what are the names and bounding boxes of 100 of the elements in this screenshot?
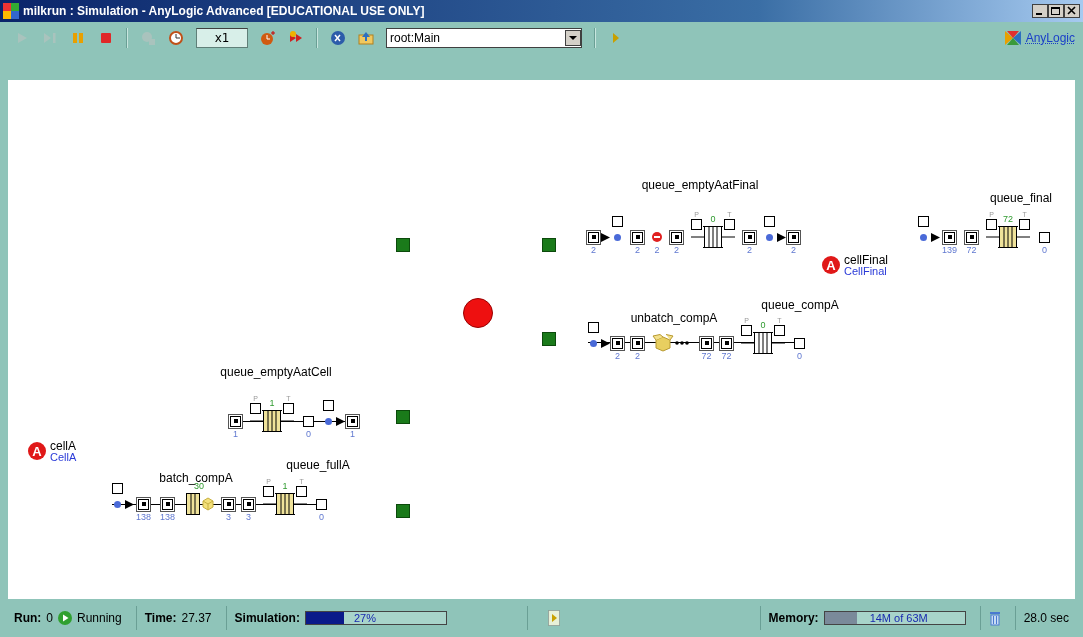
node-square: [396, 504, 410, 518]
port-square: [323, 400, 334, 411]
count-label: 72: [701, 350, 712, 362]
maximize-icon[interactable]: [1048, 4, 1064, 18]
speed-field[interactable]: x1: [196, 28, 248, 48]
connector-dot: [590, 339, 597, 347]
port-square: [612, 337, 623, 349]
status-label: Simulation:: [234, 611, 300, 625]
port-square: [701, 337, 712, 349]
expand-icon[interactable]: [547, 610, 560, 626]
arrowhead-icon: [601, 338, 610, 348]
count-label: 138: [136, 511, 152, 523]
count-label: 0: [306, 428, 311, 440]
agent-name: cellFinal: [844, 255, 888, 266]
queue-count: 1: [269, 398, 275, 410]
status-label: Time:: [144, 611, 177, 625]
progress-reading: 14M of 63M: [869, 612, 928, 624]
count-label: 1: [350, 428, 355, 440]
port-square: [588, 231, 599, 243]
connector-dot: [325, 417, 332, 425]
count-label: 138: [160, 511, 176, 523]
count-label: 0: [319, 511, 325, 523]
port-square: [1019, 219, 1030, 230]
port-square: [112, 483, 123, 494]
node-square: [396, 410, 410, 424]
unbatch-drawing: [652, 334, 692, 352]
run-count: 0: [46, 611, 53, 625]
count-label: 72: [966, 244, 977, 256]
navigate-icon[interactable]: [330, 30, 346, 46]
connector-dot: [614, 233, 621, 241]
close-icon[interactable]: [1064, 4, 1080, 18]
count-label: 139: [942, 244, 958, 256]
port-square: [744, 231, 755, 243]
queue-count: 0: [710, 214, 716, 226]
trash-icon[interactable]: [988, 610, 1001, 626]
port-square: [966, 231, 978, 243]
port-square: [691, 219, 702, 230]
connector-dot: [114, 500, 121, 508]
anylogic-logo-icon: [1003, 30, 1022, 46]
port-square: [671, 231, 682, 243]
port-square: [230, 415, 241, 427]
port-square: [721, 337, 732, 349]
count-label: 2: [674, 244, 679, 256]
elapsed-time: 28.0 sec: [1023, 611, 1069, 625]
count-label: 3: [246, 511, 252, 523]
block-name: queue_emptyAatCell: [220, 365, 332, 379]
brand-link[interactable]: AnyLogic: [1025, 31, 1075, 45]
count-label: 3: [226, 511, 232, 523]
count-label: 2: [635, 350, 640, 362]
sink-square: [794, 337, 805, 349]
port-square: [774, 325, 785, 336]
sink-square: [303, 415, 314, 427]
arrowhead-icon: [931, 232, 940, 242]
status-label: Memory:: [768, 611, 819, 625]
count-label: 2: [654, 244, 660, 256]
queue-count: 1: [282, 481, 288, 493]
running-icon: [58, 611, 72, 625]
port-square: [250, 403, 261, 414]
port-square: [283, 403, 294, 414]
node-square: [396, 238, 410, 252]
count-label: 0: [1042, 244, 1048, 256]
count-label: 2: [747, 244, 752, 256]
port-square: [347, 415, 358, 427]
app-icon: [3, 3, 19, 19]
minimize-icon[interactable]: [1032, 4, 1048, 18]
queue-count: 72: [1003, 214, 1014, 226]
window-title: milkrun : Simulation - AnyLogic Advanced [EDUCATIONAL USE ONLY]: [23, 4, 426, 18]
arrowhead-icon: [336, 416, 345, 426]
sink-square: [1039, 231, 1051, 243]
arrowhead-icon: [777, 232, 786, 242]
count-label: 2: [791, 244, 796, 256]
stop-icon[interactable]: [98, 30, 114, 46]
connector-dot: [920, 233, 927, 241]
node-square: [542, 238, 556, 252]
port-square: [296, 486, 308, 497]
batch-drawing: [184, 493, 215, 515]
folder-up-icon[interactable]: [358, 30, 374, 46]
port-square: [612, 216, 623, 227]
agent-name: cellA: [50, 441, 77, 452]
port-square: [764, 216, 775, 227]
count-label: 1: [233, 428, 238, 440]
port-square: [918, 216, 929, 227]
block-name: queue_final: [989, 191, 1053, 205]
port-square: [944, 231, 955, 243]
view-dropdown[interactable]: root:Main: [386, 28, 582, 48]
count-label: 2: [591, 244, 596, 256]
port-square: [986, 219, 998, 230]
connector-dot: [766, 233, 773, 241]
agent-type: CellFinal: [844, 266, 888, 277]
block-name: queue_compA: [761, 298, 839, 312]
block-name: unbatch_compA: [630, 311, 718, 325]
port-square: [788, 231, 799, 243]
count-label: 2: [615, 350, 620, 362]
port-square: [741, 325, 752, 336]
port-square: [588, 322, 599, 333]
port-square: [632, 231, 643, 243]
port-square: [162, 498, 174, 510]
progress-reading: 27%: [353, 612, 376, 624]
queue-count: 0: [760, 320, 766, 332]
node-square: [542, 332, 556, 346]
